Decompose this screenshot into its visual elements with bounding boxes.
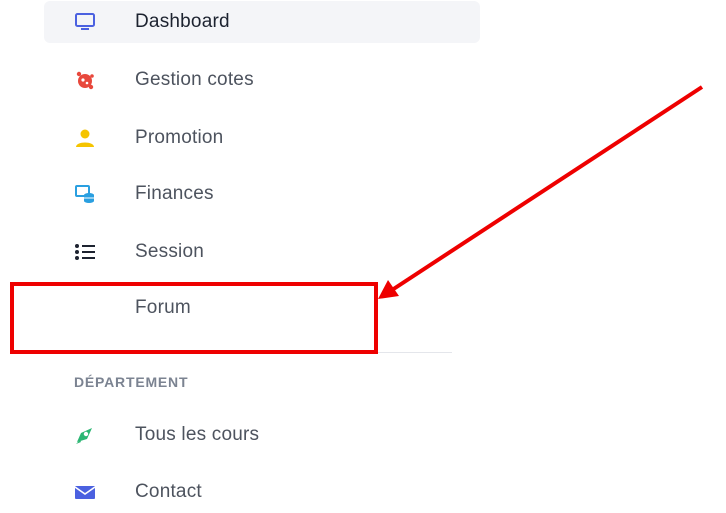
annotation-arrow — [378, 85, 704, 299]
